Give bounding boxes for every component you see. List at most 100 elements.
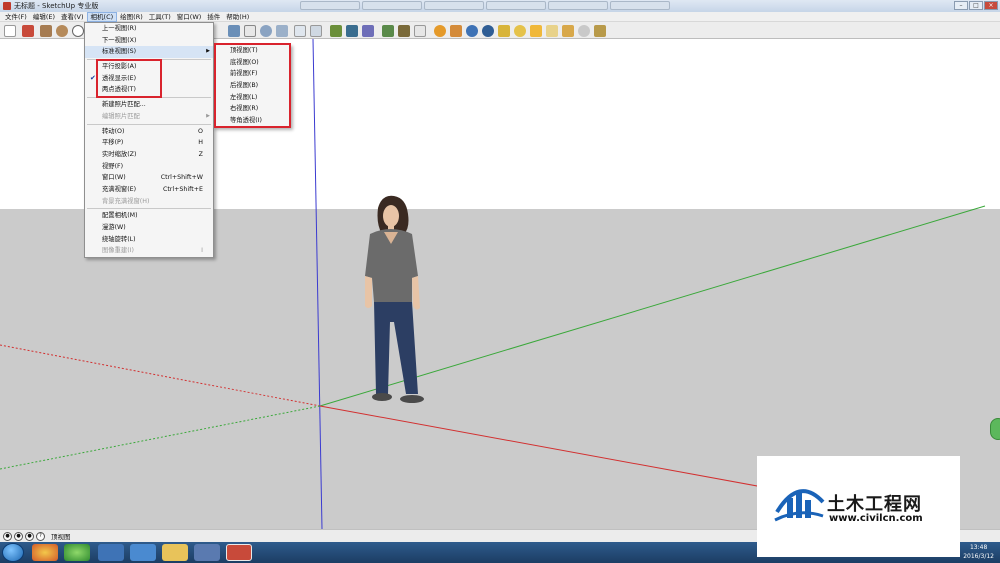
pan-icon[interactable] — [244, 25, 256, 37]
fog-icon[interactable] — [546, 25, 558, 37]
previous-view-icon[interactable] — [294, 25, 306, 37]
camera-menu-item[interactable]: 平移(P) H — [85, 137, 213, 149]
camera-menu-item[interactable]: 充满视窗(E) Ctrl+Shift+E — [85, 184, 213, 196]
minimize-button[interactable]: – — [954, 1, 968, 10]
standard-view-item[interactable]: 等角透视(I) — [214, 115, 290, 127]
zoom-icon[interactable] — [260, 25, 272, 37]
shadow-icon[interactable] — [530, 25, 542, 37]
rectangle-icon[interactable] — [40, 25, 52, 37]
menu-edit[interactable]: 编辑(E) — [30, 12, 58, 22]
camera-menu-item[interactable]: 实时缩放(Z) Z — [85, 149, 213, 161]
camera-menu-item[interactable]: 窗口(W) Ctrl+Shift+W — [85, 172, 213, 184]
share-model-icon[interactable] — [450, 25, 462, 37]
dimension-icon[interactable] — [594, 25, 606, 37]
camera-menu-dropdown: 上一视图(R) 下一视图(X) 标准视图(S) ▶ 平行投影(A) ✔ 透视显示(E) 两点透… — [84, 22, 214, 259]
background-tab[interactable] — [610, 1, 670, 10]
taskbar-app-icon[interactable] — [130, 544, 156, 561]
background-tab[interactable] — [486, 1, 546, 10]
menu-item-label: 平行投影(A) — [102, 63, 137, 71]
credits-status-icon[interactable]: ● — [14, 531, 23, 541]
floating-badge[interactable] — [990, 418, 1000, 440]
background-tab[interactable] — [362, 1, 422, 10]
orbit-icon[interactable] — [228, 25, 240, 37]
menu-camera[interactable]: 相机(C) — [86, 11, 118, 22]
person-figure[interactable] — [360, 194, 440, 409]
taskbar-app-icon[interactable] — [32, 544, 58, 561]
camera-menu-item[interactable]: 标准视图(S) ▶ — [85, 46, 213, 59]
camera-menu-item: 背景充满视窗(H) — [85, 196, 213, 208]
sun-icon[interactable] — [514, 25, 526, 37]
standard-view-item[interactable]: 前视图(F) — [214, 68, 290, 80]
background-window-tabs — [300, 1, 670, 10]
red-axis-line — [319, 405, 791, 493]
camera-menu-item[interactable]: 视野(F) — [85, 161, 213, 173]
circle-icon[interactable] — [56, 25, 68, 37]
camera-menu-item[interactable]: 配置相机(M) — [85, 210, 213, 222]
camera-menu-item[interactable]: 两点透视(T) — [85, 84, 213, 96]
background-tab[interactable] — [424, 1, 484, 10]
geo-location-icon[interactable] — [482, 25, 494, 37]
next-view-icon[interactable] — [310, 25, 322, 37]
clock-date: 2016/3/12 — [963, 553, 994, 560]
menu-item-shortcut: Z — [198, 150, 203, 158]
pencil-icon[interactable] — [22, 25, 34, 37]
arc-icon[interactable] — [72, 25, 84, 37]
menu-item-label: 实时缩放(Z) — [102, 150, 137, 158]
taskbar-sketchup-icon[interactable] — [226, 544, 252, 561]
help-icon[interactable]: ? — [36, 531, 45, 541]
menu-plugins[interactable]: 插件 — [204, 12, 223, 22]
geo-status-icon[interactable]: ● — [3, 531, 12, 541]
look-around-icon[interactable] — [362, 25, 374, 37]
camera-menu-item[interactable]: 新建照片匹配... — [85, 99, 213, 111]
camera-menu-item[interactable]: 下一视图(X) — [85, 35, 213, 47]
taskbar-app-icon[interactable] — [98, 544, 124, 561]
camera-menu-item[interactable]: 转动(O) O — [85, 126, 213, 138]
position-camera-icon[interactable] — [330, 25, 342, 37]
camera-menu-item[interactable]: 平行投影(A) — [85, 61, 213, 73]
camera-menu-item[interactable]: 绕轴旋转(L) — [85, 234, 213, 246]
menu-help[interactable]: 帮助(H) — [223, 12, 252, 22]
menu-window[interactable]: 窗口(W) — [174, 12, 205, 22]
status-message: 顶视图 — [51, 533, 71, 541]
menu-item-label: 顶视图(T) — [230, 47, 258, 54]
menu-item-label: 左视图(L) — [230, 93, 258, 101]
standard-view-item[interactable]: 左视图(L) — [214, 92, 290, 104]
camera-menu-item[interactable]: 上一视图(R) — [85, 23, 213, 35]
taskbar-folder-icon[interactable] — [162, 544, 188, 561]
background-tab[interactable] — [548, 1, 608, 10]
taskbar-app-icon[interactable] — [194, 544, 220, 561]
materials-icon[interactable] — [398, 25, 410, 37]
menu-item-label: 背景充满视窗(H) — [102, 197, 150, 205]
google-earth-icon[interactable] — [466, 25, 478, 37]
camera-menu-item[interactable]: ✔ 透视显示(E) — [85, 73, 213, 85]
get-models-icon[interactable] — [434, 25, 446, 37]
standard-view-item[interactable]: 底视图(O) — [214, 57, 290, 69]
standard-view-item[interactable]: 顶视图(T) — [214, 45, 290, 57]
components-icon[interactable] — [382, 25, 394, 37]
start-button[interactable] — [2, 543, 24, 562]
blue-axis-line — [312, 39, 323, 529]
submenu-arrow-icon: ▶ — [206, 48, 210, 55]
styles-icon[interactable] — [414, 25, 426, 37]
standard-view-item[interactable]: 后视图(B) — [214, 80, 290, 92]
user-status-icon[interactable]: ● — [25, 531, 34, 541]
camera-menu-item[interactable]: 漫游(W) — [85, 222, 213, 234]
menu-file[interactable]: 文件(F) — [2, 12, 30, 22]
menu-item-label: 充满视窗(E) — [102, 185, 137, 193]
taskbar-app-icon[interactable] — [64, 544, 90, 561]
walk-icon[interactable] — [346, 25, 358, 37]
standard-view-item[interactable]: 右视图(R) — [214, 103, 290, 115]
menu-item-label: 两点透视(T) — [102, 86, 136, 94]
menu-draw[interactable]: 绘图(R) — [117, 12, 146, 22]
background-tab[interactable] — [300, 1, 360, 10]
zoom-extents-icon[interactable] — [276, 25, 288, 37]
section-icon[interactable] — [578, 25, 590, 37]
menu-tools[interactable]: 工具(T) — [146, 12, 174, 22]
system-clock: 13:48 2016/3/12 — [963, 543, 994, 561]
maximize-button[interactable]: □ — [969, 1, 983, 10]
layer-icon[interactable] — [498, 25, 510, 37]
menu-view[interactable]: 查看(V) — [58, 12, 87, 22]
close-button[interactable]: × — [984, 1, 998, 10]
scene-icon[interactable] — [562, 25, 574, 37]
select-icon[interactable] — [4, 25, 16, 37]
